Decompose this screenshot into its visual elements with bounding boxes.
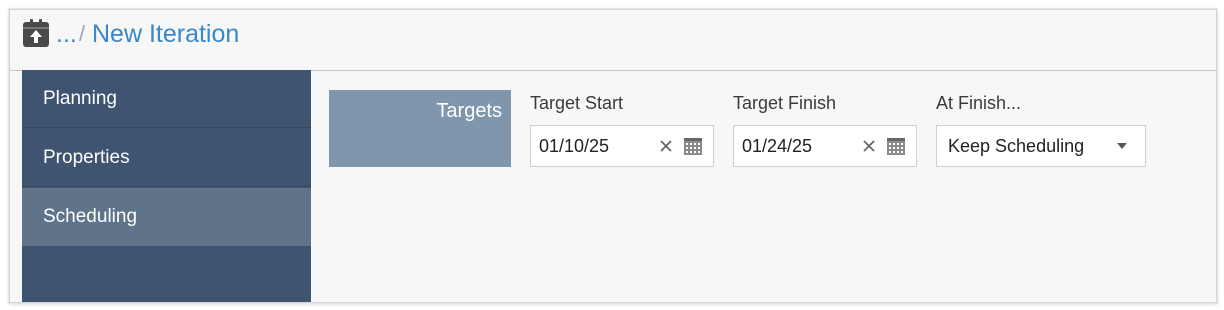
target-finish-input[interactable] [742, 126, 852, 166]
page-title: New Iteration [92, 20, 240, 48]
calendar-icon[interactable] [886, 136, 906, 156]
caret-down-icon [1117, 143, 1127, 149]
at-finish-select[interactable]: Keep Scheduling [936, 125, 1146, 167]
close-icon[interactable] [861, 138, 877, 154]
close-icon[interactable] [658, 138, 674, 154]
target-finish-label: Target Finish [733, 93, 837, 113]
calendar-icon[interactable] [683, 136, 703, 156]
breadcrumb-ellipsis-link[interactable]: ... [56, 19, 77, 49]
sidebar: Planning Properties Scheduling [22, 70, 311, 302]
targets-label: Targets [436, 100, 502, 122]
sidebar-item-planning[interactable]: Planning [22, 70, 311, 128]
main-content: Targets Target Start Target Fi [311, 71, 1216, 302]
header: ... / New Iteration [10, 10, 1216, 71]
breadcrumb-separator: / [79, 21, 86, 46]
at-finish-label: At Finish... [936, 93, 1022, 113]
target-finish-field [733, 125, 917, 167]
target-start-input[interactable] [539, 126, 649, 166]
app-window: ... / New Iteration Planning Properties … [9, 9, 1217, 303]
target-start-field [530, 125, 714, 167]
target-start-label: Target Start [530, 93, 624, 113]
calendar-upload-icon [22, 18, 50, 48]
at-finish-value: Keep Scheduling [948, 136, 1085, 156]
targets-section-header: Targets [329, 90, 511, 167]
sidebar-item-scheduling[interactable]: Scheduling [22, 188, 311, 246]
sidebar-item-properties[interactable]: Properties [22, 129, 311, 187]
